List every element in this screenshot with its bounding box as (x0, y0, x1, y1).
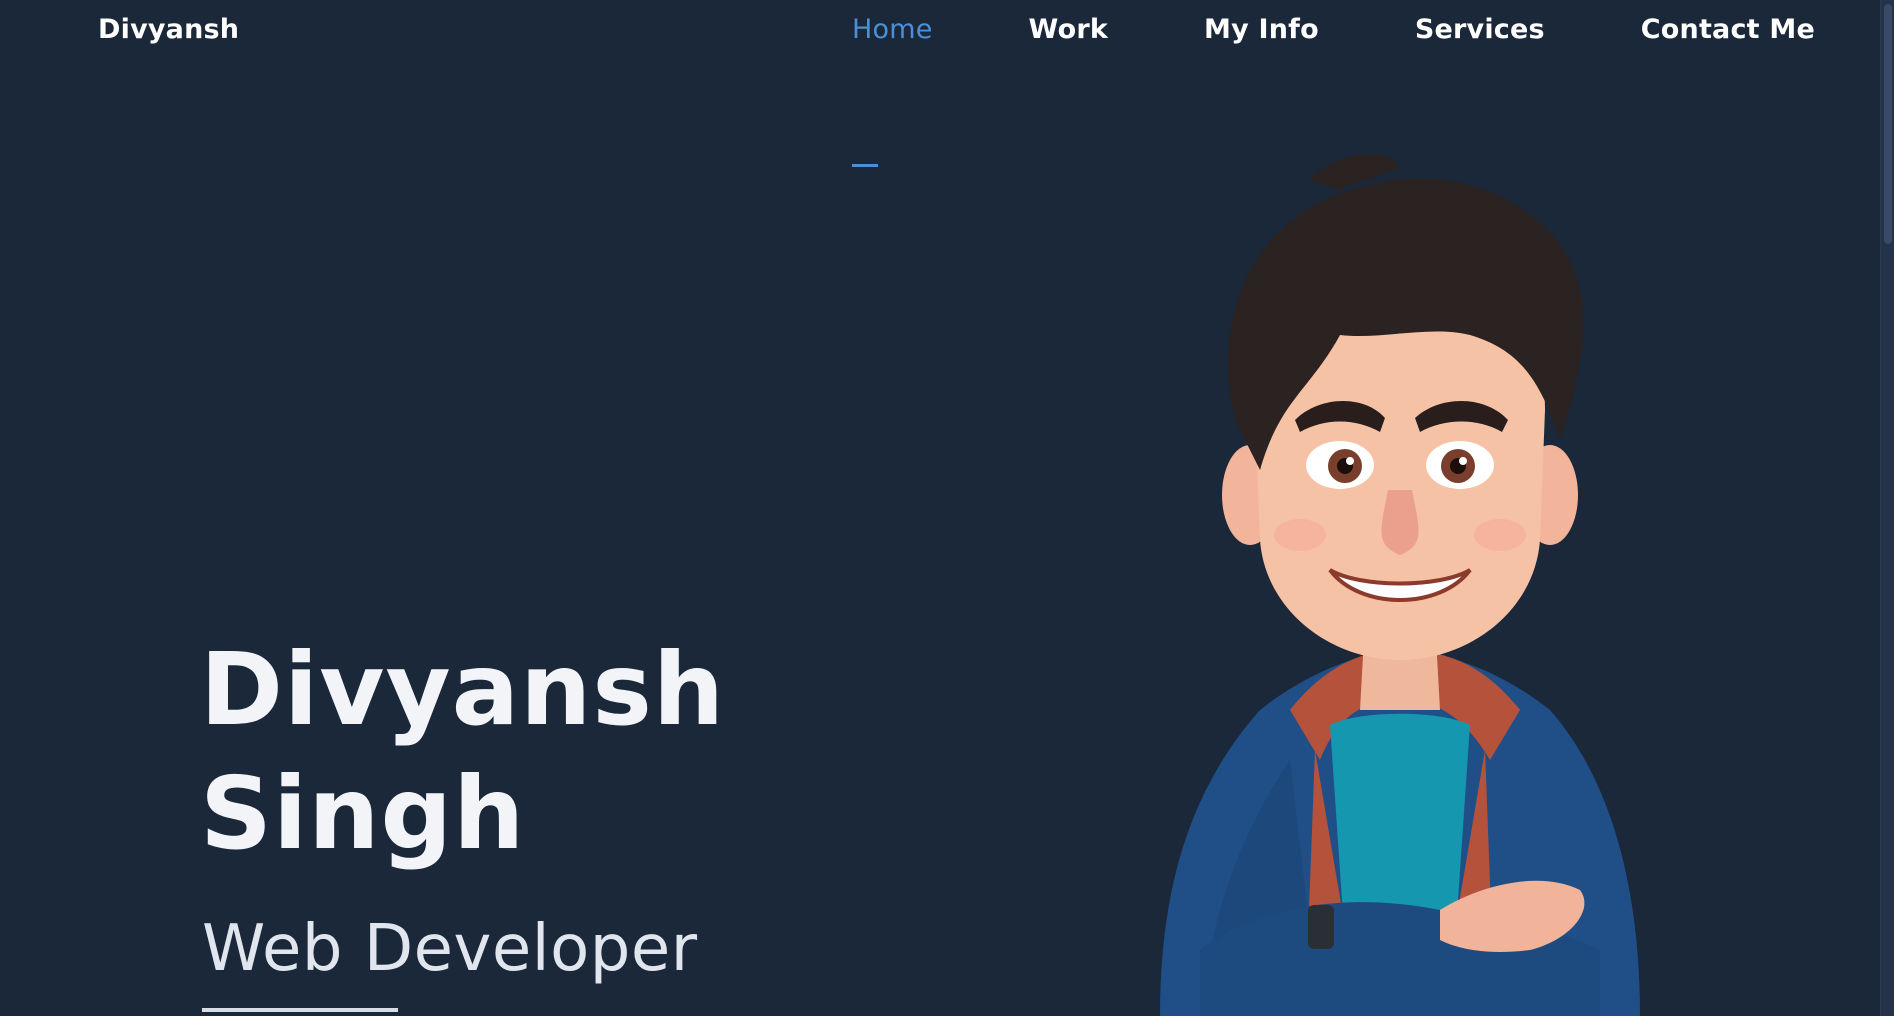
nav-services[interactable]: Services (1415, 14, 1545, 45)
hero-role: Web Developer (202, 912, 698, 986)
scrollbar-thumb[interactable] (1884, 4, 1892, 244)
hero-name: Divyansh Singh (200, 628, 725, 876)
nav-contact-me[interactable]: Contact Me (1641, 14, 1815, 45)
hero-first-name: Divyansh (200, 631, 726, 748)
portfolio-page: Divyansh Home Work My Info Services Cont… (0, 0, 1894, 1016)
nav-active-indicator (852, 164, 878, 167)
avatar-illustration (1160, 154, 1640, 1016)
nav-home[interactable]: Home (852, 14, 933, 45)
nav-my-info[interactable]: My Info (1204, 14, 1319, 45)
vertical-scrollbar[interactable] (1880, 0, 1894, 1016)
main-nav: Home Work My Info Services Contact Me (852, 14, 1815, 45)
brand-logo[interactable]: Divyansh (98, 14, 239, 45)
hero-underline (202, 1008, 398, 1012)
hero-last-name: Singh (200, 755, 526, 872)
nav-work[interactable]: Work (1029, 14, 1108, 45)
